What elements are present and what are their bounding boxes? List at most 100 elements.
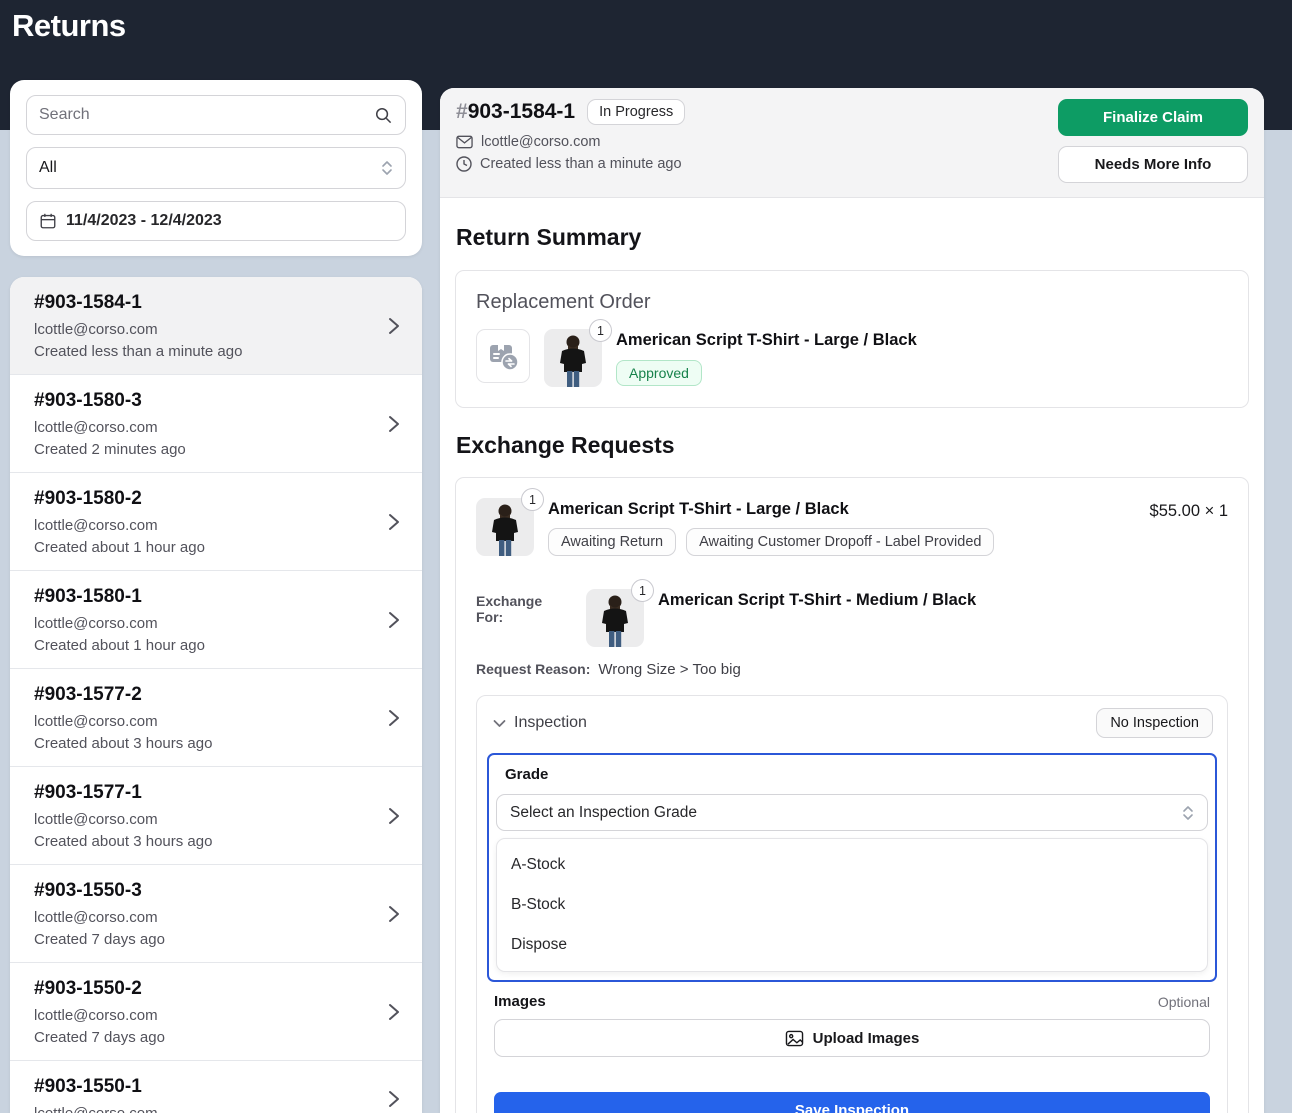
return-id: #903-1577-1 xyxy=(34,782,398,804)
list-item[interactable]: #903-1580-3 lcottle@corso.com Created 2 … xyxy=(10,375,422,473)
status-filter-select[interactable]: All xyxy=(26,147,406,189)
chevron-right-icon xyxy=(388,512,400,532)
return-id: #903-1550-1 xyxy=(34,1076,398,1098)
status-badge: In Progress xyxy=(587,99,685,125)
list-item[interactable]: #903-1550-2 lcottle@corso.com Created 7 … xyxy=(10,963,422,1061)
list-item[interactable]: #903-1580-2 lcottle@corso.com Created ab… xyxy=(10,473,422,571)
exchange-for-label: Exchange For: xyxy=(476,589,572,625)
list-item[interactable]: #903-1550-3 lcottle@corso.com Created 7 … xyxy=(10,865,422,963)
clock-icon xyxy=(456,156,472,172)
claim-email: lcottle@corso.com xyxy=(481,134,600,150)
grade-option-dispose[interactable]: Dispose xyxy=(497,925,1207,965)
item-price: $55.00 × 1 xyxy=(1150,498,1228,521)
quantity-badge: 1 xyxy=(631,579,654,602)
chevron-right-icon xyxy=(388,904,400,924)
return-email: lcottle@corso.com xyxy=(34,517,398,534)
grade-select-value: Select an Inspection Grade xyxy=(510,804,697,822)
claim-detail-panel: #903-1584-1 In Progress lcottle@corso.co… xyxy=(440,88,1264,1113)
request-reason-value: Wrong Size > Too big xyxy=(598,661,740,678)
date-range-field[interactable]: 11/4/2023 - 12/4/2023 xyxy=(26,201,406,241)
return-created: Created less than a minute ago xyxy=(34,343,398,360)
search-box xyxy=(26,95,406,135)
images-label: Images xyxy=(494,993,546,1010)
chevron-right-icon xyxy=(388,1002,400,1022)
chevron-down-icon[interactable] xyxy=(493,719,506,728)
return-id: #903-1577-2 xyxy=(34,684,398,706)
grade-select[interactable]: Select an Inspection Grade xyxy=(496,794,1208,831)
chevron-right-icon xyxy=(388,316,400,336)
replacement-order-card: Replacement Order 1 xyxy=(455,270,1249,408)
claim-id: #903-1584-1 xyxy=(456,100,575,124)
return-created: Created 7 days ago xyxy=(34,931,398,948)
grade-option-b-stock[interactable]: B-Stock xyxy=(497,885,1207,925)
return-email: lcottle@corso.com xyxy=(34,615,398,632)
save-inspection-button[interactable]: Save Inspection xyxy=(494,1092,1210,1113)
return-summary-heading: Return Summary xyxy=(456,224,1248,251)
return-created: Created about 1 hour ago xyxy=(34,539,398,556)
return-email: lcottle@corso.com xyxy=(34,419,398,436)
grade-field-group: Grade Select an Inspection Grade A-Stock… xyxy=(487,753,1217,982)
return-created: Created about 1 hour ago xyxy=(34,637,398,654)
return-id: #903-1584-1 xyxy=(34,292,398,314)
upload-images-button[interactable]: Upload Images xyxy=(494,1019,1210,1057)
search-icon xyxy=(374,106,393,125)
list-item[interactable]: #903-1584-1 lcottle@corso.com Created le… xyxy=(10,277,422,375)
list-item[interactable]: #903-1577-2 lcottle@corso.com Created ab… xyxy=(10,669,422,767)
return-email: lcottle@corso.com xyxy=(34,811,398,828)
exchange-product-title: American Script T-Shirt - Large / Black xyxy=(548,500,994,519)
list-item[interactable]: #903-1580-1 lcottle@corso.com Created ab… xyxy=(10,571,422,669)
product-thumbnail: 1 xyxy=(586,589,644,647)
chevron-right-icon xyxy=(388,806,400,826)
list-item[interactable]: #903-1577-1 lcottle@corso.com Created ab… xyxy=(10,767,422,865)
claim-created: Created less than a minute ago xyxy=(480,156,682,172)
quantity-badge: 1 xyxy=(521,488,544,511)
needs-more-info-button[interactable]: Needs More Info xyxy=(1058,146,1248,183)
return-id: #903-1580-2 xyxy=(34,488,398,510)
return-id: #903-1550-3 xyxy=(34,880,398,902)
return-email: lcottle@corso.com xyxy=(34,1007,398,1024)
upload-images-label: Upload Images xyxy=(813,1030,920,1047)
return-id: #903-1580-1 xyxy=(34,586,398,608)
return-created: Created 7 days ago xyxy=(34,1029,398,1046)
return-created: Created 2 minutes ago xyxy=(34,441,398,458)
awaiting-dropoff-badge: Awaiting Customer Dropoff - Label Provid… xyxy=(686,528,994,556)
chevron-right-icon xyxy=(388,414,400,434)
grade-option-a-stock[interactable]: A-Stock xyxy=(497,845,1207,885)
request-reason-label: Request Reason: xyxy=(476,661,590,677)
exchange-for-product-title: American Script T-Shirt - Medium / Black xyxy=(658,591,976,610)
return-email: lcottle@corso.com xyxy=(34,909,398,926)
replacement-order-title: Replacement Order xyxy=(476,291,1228,314)
return-created: Created about 3 hours ago xyxy=(34,833,398,850)
return-email: lcottle@corso.com xyxy=(34,321,398,338)
quantity-badge: 1 xyxy=(589,319,612,342)
chevron-right-icon xyxy=(388,1089,400,1109)
returns-list: #903-1584-1 lcottle@corso.com Created le… xyxy=(10,277,422,1113)
replacement-product-title: American Script T-Shirt - Large / Black xyxy=(616,331,917,350)
no-inspection-button[interactable]: No Inspection xyxy=(1096,708,1213,738)
image-icon xyxy=(785,1030,804,1047)
finalize-claim-button[interactable]: Finalize Claim xyxy=(1058,99,1248,136)
return-email: lcottle@corso.com xyxy=(34,1105,398,1113)
grade-dropdown: A-Stock B-Stock Dispose xyxy=(496,838,1208,972)
optional-label: Optional xyxy=(1158,994,1210,1010)
claim-header: #903-1584-1 In Progress lcottle@corso.co… xyxy=(440,88,1264,198)
search-input[interactable] xyxy=(39,106,374,124)
inspection-panel: Inspection No Inspection Grade Select an… xyxy=(476,695,1228,1113)
exchange-requests-heading: Exchange Requests xyxy=(456,432,1248,459)
inspection-title: Inspection xyxy=(514,714,587,732)
return-id: #903-1580-3 xyxy=(34,390,398,412)
product-thumbnail: 1 xyxy=(544,329,602,387)
return-id: #903-1550-2 xyxy=(34,978,398,1000)
product-thumbnail: 1 xyxy=(476,498,534,556)
grade-label: Grade xyxy=(505,766,1208,783)
chevron-up-down-icon xyxy=(1182,805,1194,821)
sidebar-filters-card: All 11/4/2023 - 12/4/2023 xyxy=(10,80,422,256)
approved-badge: Approved xyxy=(616,360,702,386)
list-item[interactable]: #903-1550-1 lcottle@corso.com xyxy=(10,1061,422,1113)
return-created: Created about 3 hours ago xyxy=(34,735,398,752)
exchange-request-card: 1 American Script T-Shirt - Large / Blac… xyxy=(455,477,1249,1113)
calendar-icon xyxy=(39,212,57,230)
date-range-value: 11/4/2023 - 12/4/2023 xyxy=(66,212,222,230)
envelope-icon xyxy=(456,135,473,149)
chevron-right-icon xyxy=(388,610,400,630)
